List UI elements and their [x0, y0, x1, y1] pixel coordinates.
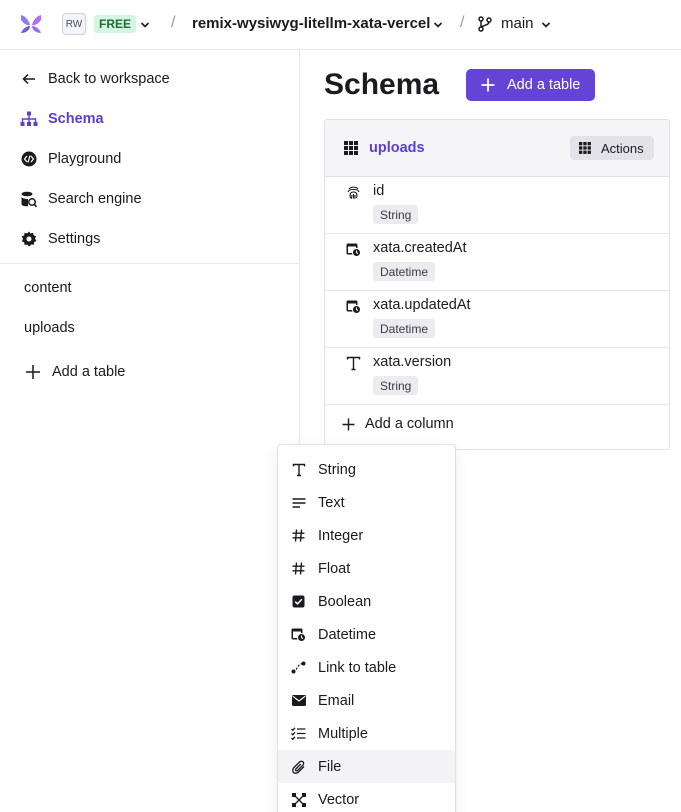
menu-item-link-to-table[interactable]: Link to table — [278, 651, 455, 684]
table-grid-icon — [579, 142, 591, 154]
fingerprint-icon — [347, 186, 360, 200]
sidebar-item-playground[interactable]: Playground — [20, 150, 121, 168]
menu-item-vector[interactable]: Vector — [278, 783, 455, 812]
paperclip-icon — [291, 759, 306, 774]
plus-icon — [342, 418, 355, 430]
sidebar-add-table-button[interactable]: Add a table — [24, 363, 125, 381]
text-type-icon — [291, 462, 306, 477]
checklist-icon — [291, 726, 306, 741]
menu-item-label: Vector — [318, 791, 360, 808]
git-branch-icon — [478, 16, 492, 32]
menu-item-float[interactable]: Float — [278, 552, 455, 585]
sidebar-item-label: Settings — [48, 231, 101, 247]
workspace-chevron-down-icon[interactable] — [140, 20, 150, 30]
calendar-clock-icon — [291, 627, 306, 642]
branch-name[interactable]: main — [501, 15, 534, 32]
menu-item-label: Integer — [318, 527, 364, 544]
sidebar-item-search-engine[interactable]: Search engine — [20, 190, 142, 208]
calendar-clock-icon — [346, 243, 361, 257]
database-chevron-down-icon[interactable] — [433, 20, 443, 30]
menu-item-label: Datetime — [318, 626, 377, 643]
column-row-createdat[interactable]: xata.createdAt Datetime — [325, 234, 669, 291]
actions-label: Actions — [601, 140, 644, 156]
menu-item-label: Link to table — [318, 659, 397, 676]
menu-item-email[interactable]: Email — [278, 684, 455, 717]
table-card-header: uploads Actions — [325, 120, 669, 177]
menu-item-label: Boolean — [318, 593, 372, 610]
calendar-clock-icon — [346, 300, 361, 314]
column-type-menu: String Text Integer Float Boolean Dateti… — [277, 444, 456, 812]
xata-logo-icon[interactable] — [19, 13, 43, 35]
workspace-avatar[interactable]: RW — [62, 13, 86, 35]
back-to-workspace-link[interactable]: Back to workspace — [20, 70, 170, 88]
search-database-icon — [20, 190, 38, 208]
column-type-badge: Datetime — [373, 262, 436, 281]
hash-icon — [291, 561, 306, 576]
plan-badge: FREE — [94, 15, 137, 33]
sidebar: Back to workspace Schema Playground Sear… — [0, 50, 300, 812]
page-title: Schema — [324, 68, 440, 101]
back-label: Back to workspace — [48, 71, 170, 87]
text-lines-icon — [291, 495, 306, 510]
table-grid-icon — [344, 141, 358, 155]
table-actions-button[interactable]: Actions — [570, 136, 654, 160]
plus-icon — [24, 363, 42, 381]
menu-item-text[interactable]: Text — [278, 486, 455, 519]
add-table-button[interactable]: Add a table — [466, 69, 595, 101]
menu-item-datetime[interactable]: Datetime — [278, 618, 455, 651]
menu-item-label: Multiple — [318, 725, 368, 742]
column-type-badge: String — [373, 376, 419, 395]
add-table-button-label: Add a table — [507, 77, 581, 93]
add-table-label: Add a table — [52, 364, 126, 380]
column-row-id[interactable]: id String — [325, 177, 669, 234]
menu-item-file[interactable]: File — [278, 750, 455, 783]
hash-icon — [291, 528, 306, 543]
menu-item-label: Email — [318, 692, 355, 709]
sidebar-item-label: Search engine — [48, 191, 142, 207]
sidebar-item-schema[interactable]: Schema — [20, 110, 104, 128]
menu-item-label: Float — [318, 560, 351, 577]
code-icon — [20, 150, 38, 168]
table-card-uploads: uploads Actions id String xata.createdAt… — [324, 119, 670, 450]
menu-item-boolean[interactable]: Boolean — [278, 585, 455, 618]
column-name: id — [373, 183, 385, 199]
column-type-badge: Datetime — [373, 319, 436, 338]
link-icon — [291, 660, 306, 675]
arrow-left-icon — [20, 70, 38, 88]
top-bar: RW FREE / remix-wysiwyg-litellm-xata-ver… — [0, 0, 681, 50]
breadcrumb-separator: / — [171, 14, 176, 31]
sidebar-table-uploads[interactable]: uploads — [24, 320, 75, 336]
breadcrumb-separator: / — [460, 14, 465, 31]
column-name: xata.updatedAt — [373, 297, 471, 313]
vector-icon — [291, 792, 306, 807]
column-row-updatedat[interactable]: xata.updatedAt Datetime — [325, 291, 669, 348]
add-column-button[interactable]: Add a column — [342, 416, 454, 432]
menu-item-string[interactable]: String — [278, 453, 455, 486]
checkbox-icon — [291, 594, 306, 609]
gear-icon — [20, 230, 38, 248]
table-name-link[interactable]: uploads — [369, 140, 425, 156]
column-name: xata.createdAt — [373, 240, 467, 256]
sidebar-item-label: Playground — [48, 151, 122, 167]
branch-chevron-down-icon[interactable] — [541, 20, 551, 30]
plus-icon — [481, 78, 495, 92]
column-name: xata.version — [373, 354, 452, 370]
menu-item-label: Text — [318, 494, 345, 511]
add-column-label: Add a column — [365, 416, 454, 432]
menu-item-integer[interactable]: Integer — [278, 519, 455, 552]
menu-item-label: String — [318, 461, 356, 478]
sidebar-item-settings[interactable]: Settings — [20, 230, 100, 248]
database-name[interactable]: remix-wysiwyg-litellm-xata-vercel — [192, 15, 430, 32]
sitemap-icon — [20, 110, 38, 128]
sidebar-item-label: Schema — [48, 111, 104, 127]
column-type-badge: String — [373, 205, 419, 224]
menu-item-label: File — [318, 758, 342, 775]
sidebar-divider — [0, 263, 299, 264]
column-row-version[interactable]: xata.version String — [325, 348, 669, 405]
sidebar-table-content[interactable]: content — [24, 280, 72, 296]
envelope-icon — [291, 693, 306, 708]
text-type-icon — [346, 356, 361, 371]
menu-item-multiple[interactable]: Multiple — [278, 717, 455, 750]
